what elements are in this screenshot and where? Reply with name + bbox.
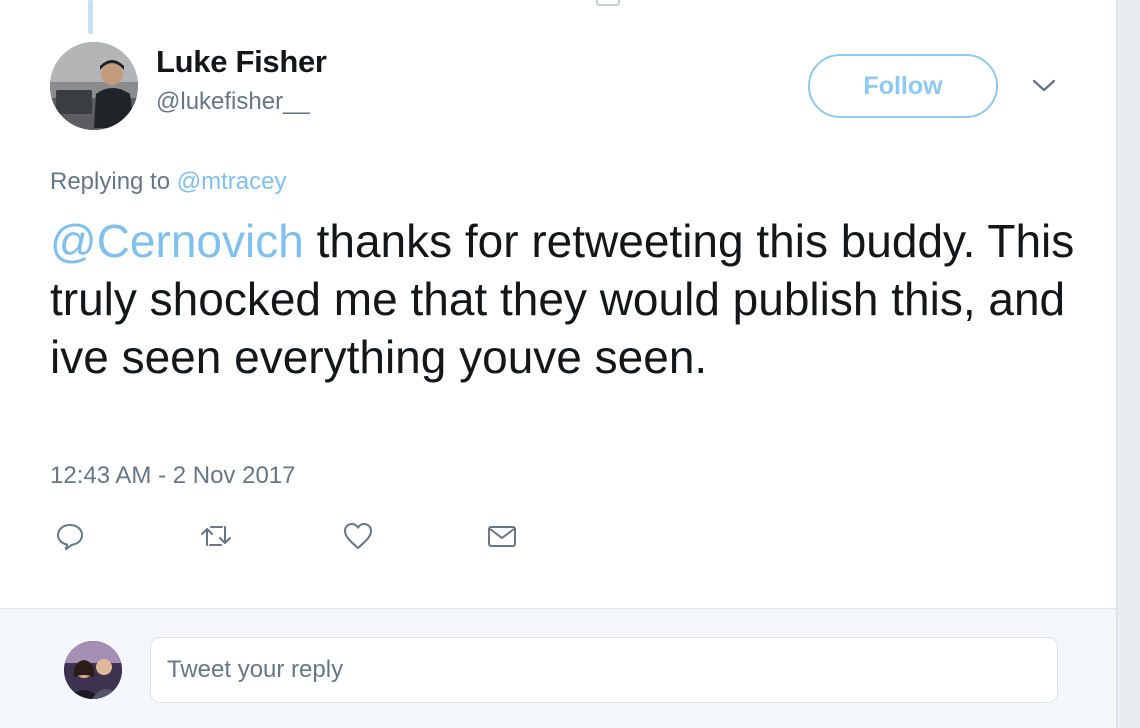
follow-button[interactable]: Follow [808,54,998,118]
tweet-text: @Cernovich thanks for retweeting this bu… [50,212,1090,386]
reply-button[interactable] [52,520,88,556]
retweet-icon [199,521,233,556]
replying-to-mention[interactable]: @mtracey [177,168,287,195]
reply-composer [0,608,1116,728]
thread-connector-line [88,0,93,34]
more-options-button[interactable] [1028,72,1060,104]
retweet-button[interactable] [198,520,234,556]
right-scroll-rail [1116,0,1140,728]
heart-icon [342,521,374,556]
author-avatar[interactable] [50,42,138,130]
replying-to-line: Replying to @mtracey [50,168,286,196]
tweet-timestamp[interactable]: 12:43 AM - 2 Nov 2017 [50,462,295,490]
author-name[interactable]: Luke Fisher [156,44,327,80]
reply-input[interactable] [150,637,1058,703]
like-button[interactable] [340,520,376,556]
author-handle[interactable]: @lukefisher__ [156,88,310,116]
replying-prefix: Replying to [50,168,177,195]
envelope-icon [487,523,517,554]
direct-message-button[interactable] [484,520,520,556]
speech-bubble-icon [55,521,85,556]
tweet-mention[interactable]: @Cernovich [50,215,304,267]
cut-off-envelope-icon [596,0,620,6]
current-user-avatar [64,641,122,699]
chevron-down-icon [1031,78,1057,99]
